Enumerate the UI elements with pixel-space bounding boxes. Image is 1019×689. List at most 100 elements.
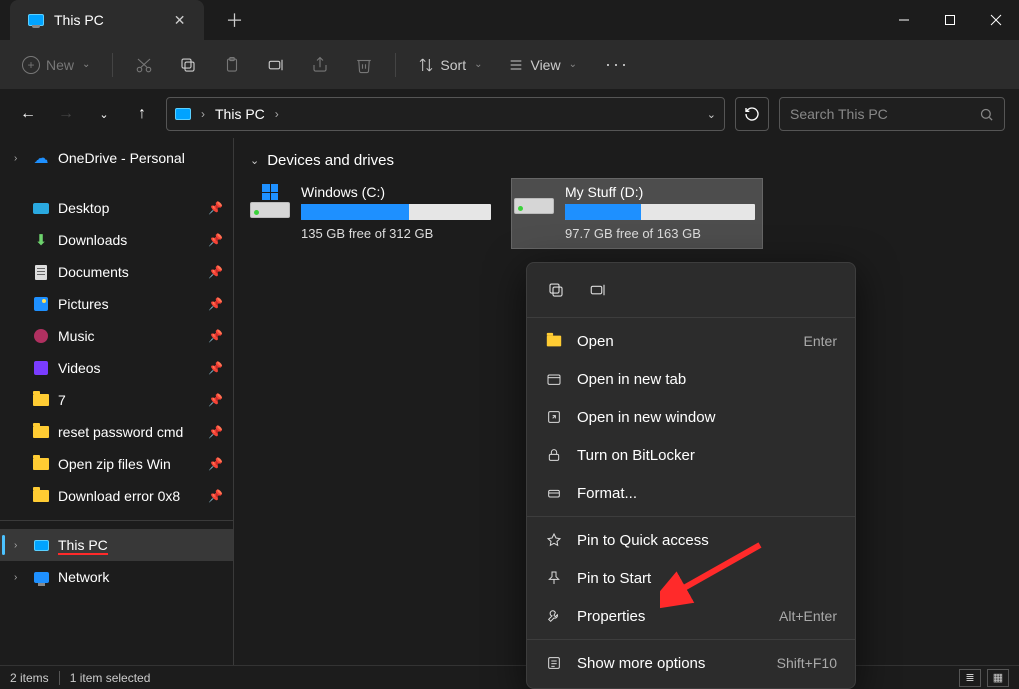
expand-icon[interactable]: › <box>14 572 24 583</box>
ctx-format[interactable]: Format... <box>527 474 855 512</box>
menu-item-label: Pin to Start <box>577 570 651 587</box>
sidebar-folder-open-zip[interactable]: › Open zip files Win 📌 <box>0 448 233 480</box>
sidebar-item-label: OneDrive - Personal <box>58 150 185 166</box>
download-icon: ⬇ <box>32 231 50 249</box>
rename-button[interactable] <box>257 50 295 80</box>
lock-icon <box>545 446 563 464</box>
window-tab[interactable]: This PC ✕ <box>10 0 204 40</box>
status-item-count: 2 items <box>10 671 49 685</box>
sidebar-music[interactable]: › Music 📌 <box>0 320 233 352</box>
sidebar-downloads[interactable]: ›⬇ Downloads 📌 <box>0 224 233 256</box>
music-icon <box>34 329 48 343</box>
ctx-show-more-options[interactable]: Show more options Shift+F10 <box>527 644 855 682</box>
menu-item-label: Open in new window <box>577 409 715 426</box>
minimize-button[interactable] <box>881 0 927 40</box>
delete-button[interactable] <box>345 50 383 80</box>
sort-button[interactable]: Sort ⌄ <box>408 51 492 79</box>
sidebar-item-label: This PC <box>58 537 108 553</box>
menu-item-label: Open <box>577 333 614 350</box>
ctx-pin-start[interactable]: Pin to Start <box>527 559 855 597</box>
drive-c[interactable]: Windows (C:) 135 GB free of 312 GB <box>248 179 498 248</box>
sidebar-documents[interactable]: › Documents 📌 <box>0 256 233 288</box>
address-history-dropdown[interactable]: ⌄ <box>707 108 716 121</box>
copy-button[interactable] <box>169 50 207 80</box>
search-box[interactable] <box>779 97 1005 131</box>
sidebar-videos[interactable]: › Videos 📌 <box>0 352 233 384</box>
sidebar-this-pc[interactable]: › This PC <box>0 529 233 561</box>
menu-item-label: Format... <box>577 485 637 502</box>
tab-icon <box>545 370 563 388</box>
drive-d[interactable]: My Stuff (D:) 97.7 GB free of 163 GB <box>512 179 762 248</box>
sidebar-desktop[interactable]: › Desktop 📌 <box>0 192 233 224</box>
this-pc-icon <box>28 14 44 26</box>
pin-icon: 📌 <box>208 457 223 471</box>
menu-item-shortcut: Shift+F10 <box>777 655 837 671</box>
sidebar-item-label: Open zip files Win <box>58 456 171 472</box>
this-pc-icon <box>34 540 49 551</box>
separator <box>112 53 113 77</box>
details-view-button[interactable]: ≣ <box>959 669 981 687</box>
sidebar-folder-7[interactable]: › 7 📌 <box>0 384 233 416</box>
ctx-open-new-tab[interactable]: Open in new tab <box>527 360 855 398</box>
new-label: New <box>46 57 74 73</box>
usage-bar <box>301 204 491 220</box>
separator <box>527 639 855 640</box>
breadcrumb[interactable]: This PC <box>215 106 265 122</box>
tab-close-button[interactable]: ✕ <box>174 12 186 29</box>
expand-icon[interactable]: › <box>14 153 24 164</box>
pin-icon <box>545 569 563 587</box>
ctx-properties[interactable]: Properties Alt+Enter <box>527 597 855 635</box>
ctx-copy-button[interactable] <box>541 275 571 305</box>
maximize-button[interactable] <box>927 0 973 40</box>
ctx-rename-button[interactable] <box>583 275 613 305</box>
navigation-pane: › ☁ OneDrive - Personal › Desktop 📌 ›⬇ D… <box>0 138 234 665</box>
sidebar-pictures[interactable]: › Pictures 📌 <box>0 288 233 320</box>
up-button[interactable]: ↑ <box>128 100 156 128</box>
sidebar-item-label: Download error 0x8 <box>58 488 180 504</box>
sidebar-network[interactable]: › Network <box>0 561 233 593</box>
close-window-button[interactable] <box>973 0 1019 40</box>
sidebar-item-label: Downloads <box>58 232 127 248</box>
recent-dropdown[interactable]: ⌄ <box>90 100 118 128</box>
back-button[interactable]: ← <box>14 100 42 128</box>
folder-icon <box>545 332 563 350</box>
new-tab-button[interactable]: ＋ <box>216 3 254 37</box>
sidebar-item-label: Desktop <box>58 200 109 216</box>
new-button[interactable]: + New ⌄ <box>12 50 100 80</box>
sidebar-folder-download-error[interactable]: › Download error 0x8 📌 <box>0 480 233 512</box>
section-devices-and-drives[interactable]: ⌄ Devices and drives <box>250 152 1005 169</box>
sidebar-onedrive[interactable]: › ☁ OneDrive - Personal <box>0 142 233 174</box>
videos-icon <box>34 361 48 375</box>
breadcrumb-separator: › <box>275 107 279 121</box>
menu-item-label: Open in new tab <box>577 371 686 388</box>
search-input[interactable] <box>790 106 971 122</box>
chevron-down-icon: ⌄ <box>250 154 259 167</box>
drive-free-text: 97.7 GB free of 163 GB <box>565 226 755 241</box>
sidebar-item-label: Videos <box>58 360 101 376</box>
expand-icon[interactable]: › <box>14 540 24 551</box>
ctx-bitlocker[interactable]: Turn on BitLocker <box>527 436 855 474</box>
share-button[interactable] <box>301 50 339 80</box>
separator <box>527 317 855 318</box>
separator <box>0 520 233 521</box>
sidebar-item-label: Network <box>58 569 109 585</box>
cut-button[interactable] <box>125 50 163 80</box>
menu-item-label: Show more options <box>577 655 705 672</box>
drive-icon <box>250 202 290 218</box>
windows-logo-icon <box>262 184 278 200</box>
ctx-open[interactable]: Open Enter <box>527 322 855 360</box>
forward-button[interactable]: → <box>52 100 80 128</box>
usage-bar <box>565 204 755 220</box>
sidebar-folder-reset-password[interactable]: › reset password cmd 📌 <box>0 416 233 448</box>
folder-icon <box>33 394 49 406</box>
address-bar[interactable]: › This PC › ⌄ <box>166 97 725 131</box>
ctx-pin-quick-access[interactable]: Pin to Quick access <box>527 521 855 559</box>
menu-item-shortcut: Alt+Enter <box>779 608 837 624</box>
separator <box>527 516 855 517</box>
refresh-button[interactable] <box>735 97 769 131</box>
view-button[interactable]: View ⌄ <box>498 51 586 79</box>
paste-button[interactable] <box>213 50 251 80</box>
tiles-view-button[interactable]: ▦ <box>987 669 1009 687</box>
more-button[interactable]: ··· <box>593 48 641 81</box>
ctx-open-new-window[interactable]: Open in new window <box>527 398 855 436</box>
